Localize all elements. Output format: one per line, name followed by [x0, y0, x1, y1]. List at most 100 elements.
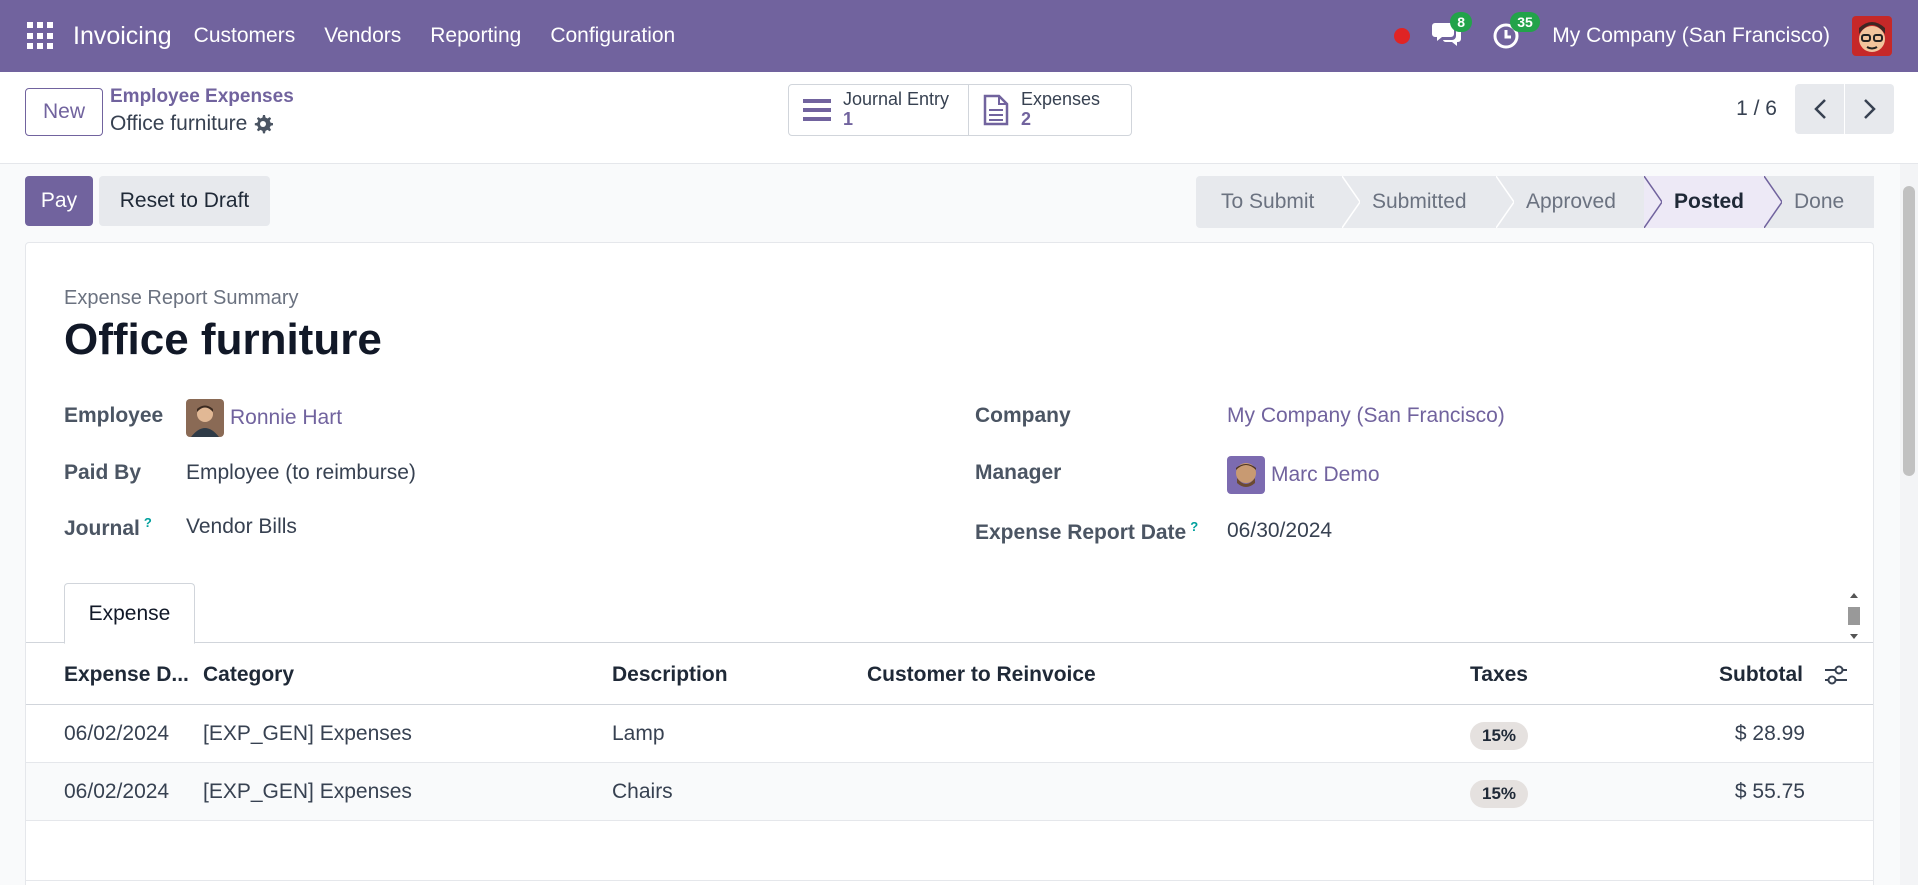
journal-label: Journal? [64, 515, 152, 541]
form-title[interactable]: Office furniture [64, 315, 382, 365]
expense-report-date-label-text: Expense Report Date [975, 521, 1187, 544]
column-header-taxes[interactable]: Taxes [1470, 663, 1528, 687]
row-description: Chairs [612, 780, 673, 803]
stage-submitted-label: Submitted [1372, 190, 1467, 213]
employee-field[interactable]: Ronnie Hart [186, 399, 342, 437]
chevron-left-icon [1813, 99, 1826, 119]
company-value[interactable]: My Company (San Francisco) [1227, 404, 1505, 428]
row-date: 06/02/2024 [64, 722, 170, 745]
expenses-label: Expenses [1021, 89, 1101, 110]
pay-button[interactable]: Pay [25, 176, 93, 226]
table-header: Expense D... Category Description Custom… [26, 643, 1873, 705]
navbar-systray: 8 35 My Company (San Francisco) [1394, 0, 1918, 72]
row-subtotal: $ 55.75 [1734, 780, 1805, 803]
journal-help-icon[interactable]: ? [144, 515, 152, 530]
messages-count-badge: 8 [1450, 12, 1473, 32]
table-empty-row [26, 821, 1873, 881]
reset-to-draft-button[interactable]: Reset to Draft [99, 176, 270, 226]
tax-badge: 15% [1470, 780, 1529, 808]
stage-posted-label: Posted [1674, 190, 1745, 213]
row-category: [EXP_GEN] Expenses [203, 722, 412, 745]
app-brand[interactable]: Invoicing [73, 22, 172, 51]
page-scrollbar[interactable] [1900, 164, 1918, 885]
journal-entry-smart-button[interactable]: Journal Entry 1 [788, 84, 969, 136]
journal-value[interactable]: Vendor Bills [186, 515, 297, 539]
user-avatar[interactable] [1852, 16, 1892, 56]
stage-approved[interactable]: Approved [1496, 176, 1662, 228]
app-grid-icon[interactable] [27, 22, 55, 50]
table-row[interactable]: 06/02/2024 [EXP_GEN] Expenses Chairs 15%… [26, 763, 1873, 821]
control-panel: New Employee Expenses Office furniture J… [0, 72, 1918, 164]
date-help-icon[interactable]: ? [1190, 519, 1198, 534]
gear-icon[interactable] [253, 114, 274, 134]
stage-done-label: Done [1794, 190, 1845, 213]
pager-next-button[interactable] [1845, 84, 1894, 134]
column-header-date[interactable]: Expense D... [64, 663, 189, 687]
page-scrollbar-thumb[interactable] [1903, 186, 1915, 476]
expenses-count: 2 [1021, 109, 1032, 129]
employee-label: Employee [64, 404, 164, 427]
stage-posted[interactable]: Posted [1644, 176, 1782, 228]
paid-by-label: Paid By [64, 461, 142, 484]
stage-to-submit-label: To Submit [1221, 190, 1315, 213]
chevron-right-icon [1863, 99, 1876, 119]
inner-scrollbar[interactable] [1845, 589, 1863, 643]
stage-arrow-icon [1342, 176, 1360, 228]
activities-count-badge: 35 [1510, 12, 1540, 32]
stage-to-submit[interactable]: To Submit [1196, 176, 1360, 228]
document-icon [983, 94, 1009, 126]
expense-report-date-label: Expense Report Date? [975, 519, 1198, 545]
list-icon [803, 99, 831, 121]
journal-entry-label: Journal Entry [843, 89, 950, 110]
company-switcher[interactable]: My Company (San Francisco) [1552, 24, 1830, 48]
pager-value[interactable]: 1 / 6 [1736, 97, 1777, 121]
row-category: [EXP_GEN] Expenses [203, 780, 412, 803]
messages-button[interactable]: 8 [1432, 12, 1473, 52]
employee-avatar [186, 399, 224, 437]
stage-arrow-icon [1764, 176, 1782, 228]
pager: 1 / 6 [1736, 84, 1894, 134]
activities-button[interactable]: 35 [1492, 12, 1540, 52]
stage-arrow-icon [1496, 176, 1514, 228]
smart-buttons: Journal Entry 1 Expenses 2 [788, 84, 1132, 136]
form-sheet: Expense Report Summary Office furniture … [25, 242, 1874, 885]
breadcrumb-current-label: Office furniture [110, 112, 248, 135]
journal-label-text: Journal [64, 517, 140, 540]
column-header-subtotal[interactable]: Subtotal [1719, 663, 1803, 687]
top-navbar: Invoicing Customers Vendors Reporting Co… [0, 0, 1918, 72]
row-date: 06/02/2024 [64, 780, 170, 803]
record-icon[interactable] [1394, 28, 1411, 44]
menu-customers[interactable]: Customers [194, 24, 296, 48]
main-menu: Customers Vendors Reporting Configuratio… [194, 24, 705, 48]
pager-previous-button[interactable] [1795, 84, 1844, 134]
column-header-description[interactable]: Description [612, 663, 728, 687]
manager-label: Manager [975, 461, 1062, 484]
stage-arrow-icon [1644, 176, 1662, 228]
tab-expense[interactable]: Expense [64, 583, 195, 644]
paid-by-value[interactable]: Employee (to reimburse) [186, 461, 416, 485]
breadcrumb-current: Office furniture [110, 112, 294, 136]
menu-reporting[interactable]: Reporting [430, 24, 521, 48]
stage-submitted[interactable]: Submitted [1342, 176, 1514, 228]
journal-entry-count: 1 [843, 109, 854, 129]
stage-approved-label: Approved [1526, 190, 1616, 213]
expense-report-date-value[interactable]: 06/30/2024 [1227, 519, 1332, 543]
optional-columns-icon[interactable] [1824, 664, 1848, 686]
menu-vendors[interactable]: Vendors [324, 24, 401, 48]
expense-lines-table: Expense D... Category Description Custom… [26, 643, 1873, 881]
expenses-smart-button[interactable]: Expenses 2 [969, 84, 1132, 136]
menu-configuration[interactable]: Configuration [550, 24, 675, 48]
manager-field[interactable]: Marc Demo [1227, 456, 1380, 494]
table-row[interactable]: 06/02/2024 [EXP_GEN] Expenses Lamp 15% $… [26, 705, 1873, 763]
new-button[interactable]: New [25, 88, 103, 136]
notebook-tabs: Expense [26, 583, 1873, 644]
breadcrumb-parent[interactable]: Employee Expenses [110, 86, 294, 108]
status-bar: Pay Reset to Draft To Submit Submitted A… [0, 164, 1900, 240]
column-header-category[interactable]: Category [203, 663, 294, 687]
row-description: Lamp [612, 722, 665, 745]
company-label: Company [975, 404, 1071, 427]
column-header-customer[interactable]: Customer to Reinvoice [867, 663, 1096, 687]
manager-avatar [1227, 456, 1265, 494]
employee-value: Ronnie Hart [230, 406, 343, 429]
row-subtotal: $ 28.99 [1734, 722, 1805, 745]
